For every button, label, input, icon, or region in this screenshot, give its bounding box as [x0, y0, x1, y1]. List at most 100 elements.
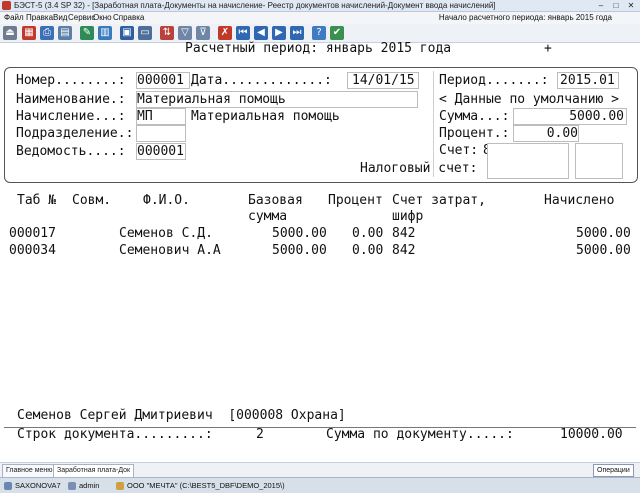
number-field[interactable]: 000001 — [136, 72, 190, 89]
tax-account-extra-field[interactable] — [575, 143, 623, 179]
percent-label: Процент.: — [439, 126, 510, 141]
user-host: SAXONOVA7 — [4, 480, 61, 491]
row-account: 842 — [392, 226, 416, 241]
accrual-name: Материальная помощь — [191, 109, 340, 124]
organization: ООО "МЕЧТА" (C:\BEST5_DBF\DEMO_2015\) — [116, 480, 285, 491]
date-value: 14/01/15 — [352, 73, 415, 88]
row-base: 5000.00 — [272, 243, 327, 258]
menu-window[interactable]: Окно — [93, 12, 112, 24]
doc-sum-value: 10000.00 — [560, 427, 623, 442]
col-header-account: Счет затрат, — [392, 193, 486, 208]
tax-account-field[interactable] — [487, 143, 569, 179]
row-fio: Семенов С.Д. — [119, 226, 213, 241]
first-icon[interactable]: ⏮ — [236, 26, 250, 40]
document-header-panel: Номер........: 000001 Дата.............:… — [4, 67, 638, 183]
last-icon[interactable]: ⏭ — [290, 26, 304, 40]
col-header-fio: Ф.И.О. — [143, 193, 190, 208]
print-icon[interactable]: ⎙ — [40, 26, 54, 40]
employee-info: Семенов Сергей Дмитриевич [000008 Охрана… — [17, 408, 346, 423]
row-account: 842 — [392, 243, 416, 258]
close-button[interactable]: ✕ — [624, 1, 638, 10]
document-icon[interactable]: ▭ — [138, 26, 152, 40]
sum-field[interactable]: 5000.00 — [513, 108, 627, 125]
menu-file[interactable]: Файл — [4, 12, 24, 24]
restore-button[interactable]: □ — [609, 1, 623, 10]
name-value: Материальная помощь — [137, 92, 286, 107]
number-label: Номер........: — [16, 73, 126, 88]
page-title: Расчетный период: январь 2015 года — [185, 41, 452, 56]
next-icon[interactable]: ▶ — [272, 26, 286, 40]
col-header-base: Базовая — [248, 193, 303, 208]
operations-label: Операции — [597, 467, 630, 474]
statement-field[interactable]: 000001 — [136, 143, 186, 160]
filter-icon[interactable]: ▽ — [178, 26, 192, 40]
window-title-bar: БЭСТ-5 (3.4 SP 32) - [Заработная плата-Д… — [0, 0, 640, 12]
row-percent: 0.00 — [352, 226, 384, 241]
org-icon — [116, 482, 124, 491]
menu-view[interactable]: Вид — [53, 12, 67, 24]
window-title: БЭСТ-5 (3.4 SP 32) - [Заработная плата-Д… — [14, 1, 496, 10]
row-base: 5000.00 — [272, 226, 327, 241]
user-icon — [68, 482, 76, 491]
user-name: admin — [68, 480, 99, 491]
sort-icon[interactable]: ⇅ — [160, 26, 174, 40]
menu-bar: Файл Правка Вид Сервис Окно Справка Нача… — [0, 12, 640, 24]
status-bar: SAXONOVA7 admin ООО "МЕЧТА" (C:\BEST5_DB… — [0, 477, 640, 493]
name-label: Наименование.: — [16, 92, 126, 107]
number-value: 000001 — [137, 73, 184, 88]
col-header-tab: Таб № — [17, 193, 57, 208]
rows-count-value: 2 — [256, 427, 264, 442]
sum-label: Сумма...: — [439, 109, 510, 124]
expand-plus[interactable]: + — [544, 41, 552, 57]
delete-icon[interactable]: ✗ — [218, 26, 232, 40]
period-field[interactable]: 2015.01 — [557, 72, 619, 89]
window-tabs: Главное меню Заработная плата-Док Операц… — [0, 462, 640, 485]
document-area: Расчетный период: январь 2015 года + Ном… — [0, 41, 640, 462]
minimize-button[interactable]: – — [594, 1, 608, 10]
period-status: Начало расчетного периода: январь 2015 г… — [438, 13, 612, 22]
accrual-code: МП — [137, 109, 153, 124]
edit-icon[interactable]: ✎ — [80, 26, 94, 40]
accrual-label: Начисление...: — [16, 109, 126, 124]
period-label: Период.......: — [439, 73, 549, 88]
date-field[interactable]: 14/01/15 — [347, 72, 419, 89]
filter-clear-icon[interactable]: ⊽ — [196, 26, 210, 40]
percent-field[interactable]: 0.00 — [513, 125, 579, 142]
col-header-combo: Совм. — [72, 193, 112, 208]
chart-icon[interactable]: ▥ — [98, 26, 112, 40]
row-accrued: 5000.00 — [576, 243, 631, 258]
tax-account-label: Налоговый счет: — [360, 161, 478, 176]
exit-icon[interactable]: ⏏ — [3, 26, 17, 40]
menu-edit[interactable]: Правка — [26, 12, 53, 24]
date-label: Дата.............: — [191, 73, 332, 88]
menu-service[interactable]: Сервис — [68, 12, 95, 24]
help-icon[interactable]: ? — [312, 26, 326, 40]
sum-value: 5000.00 — [569, 109, 624, 124]
account-label: Счет: — [439, 143, 479, 158]
row-percent: 0.00 — [352, 243, 384, 258]
period-value: 2015.01 — [560, 73, 615, 88]
host-icon — [4, 482, 12, 491]
row-tab: 000017 — [9, 226, 56, 241]
col-header-percent: Процент — [328, 193, 383, 208]
department-label: Подразделение.: — [16, 126, 134, 141]
percent-value: 0.00 — [546, 126, 578, 141]
tab-payroll-doc[interactable]: Заработная плата-Док — [53, 464, 135, 478]
col-header-account-2: шифр — [392, 209, 424, 224]
operations-dropdown[interactable]: Операции ▾ — [593, 464, 634, 485]
department-field[interactable] — [136, 125, 186, 142]
accrual-code-field[interactable]: МП — [136, 108, 186, 125]
name-field[interactable]: Материальная помощь — [136, 91, 418, 108]
col-header-accrued: Начислено — [544, 193, 615, 208]
col-header-base-2: сумма — [248, 209, 288, 224]
printer-icon[interactable]: ▤ — [58, 26, 72, 40]
docs-icon[interactable]: ✔ — [330, 26, 344, 40]
tab-main-menu[interactable]: Главное меню — [2, 464, 57, 478]
menu-help[interactable]: Справка — [113, 12, 144, 24]
prev-icon[interactable]: ◀ — [254, 26, 268, 40]
save-icon[interactable]: ▣ — [120, 26, 134, 40]
doc-sum-label: Сумма по документу.....: — [326, 427, 514, 442]
table-icon[interactable]: ▦ — [22, 26, 36, 40]
statement-value: 000001 — [137, 144, 184, 159]
app-icon — [2, 1, 11, 10]
